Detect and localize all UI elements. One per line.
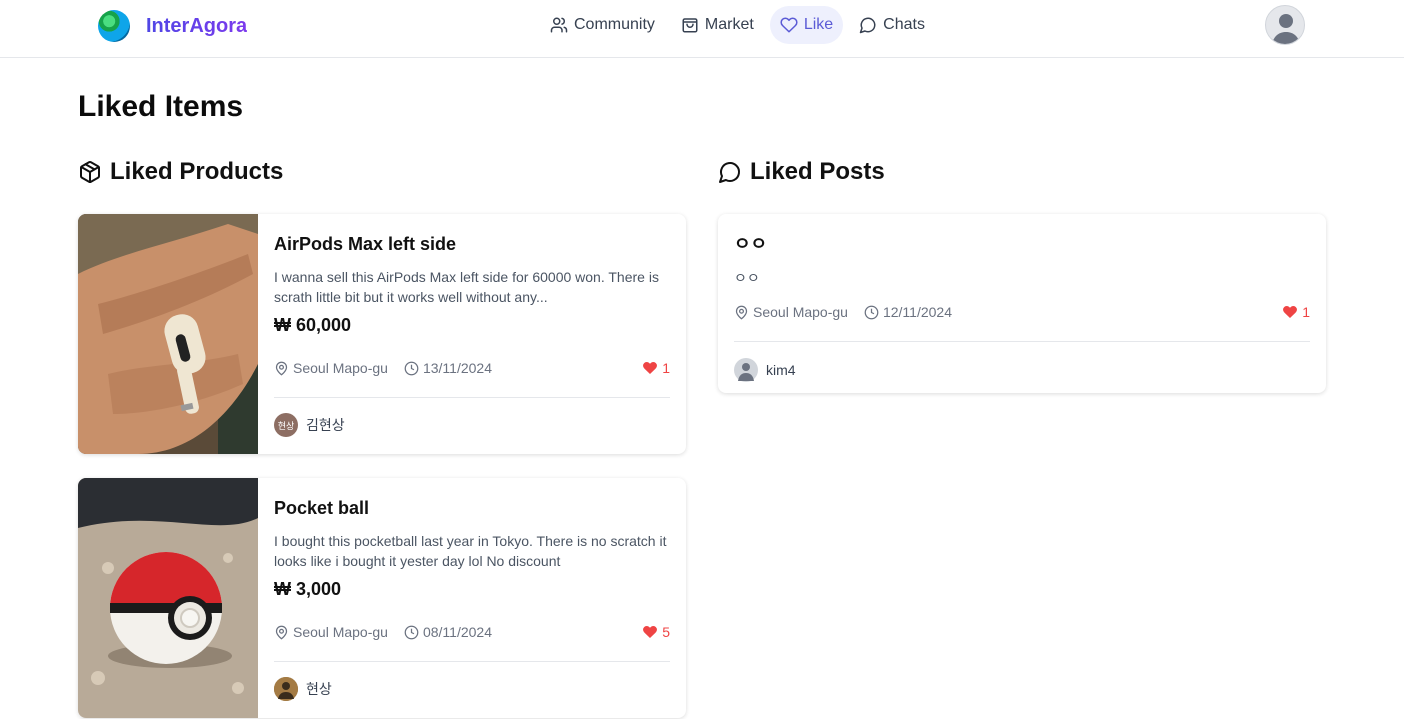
seller-name: 김현상 <box>306 417 345 433</box>
product-description: I wanna sell this AirPods Max left side … <box>274 269 659 305</box>
nav-like-label: Like <box>803 16 834 33</box>
post-body: ㅇㅇ <box>734 270 760 286</box>
like-count-text: 5 <box>662 624 670 640</box>
product-title[interactable]: AirPods Max left side <box>274 234 670 255</box>
message-circle-icon <box>719 162 740 183</box>
divider <box>274 397 670 398</box>
nav-market[interactable]: Market <box>671 6 764 44</box>
main-nav: Community Market Like Chats <box>540 6 935 44</box>
post-author[interactable]: kim4 <box>734 358 796 382</box>
globe-logo-icon <box>98 10 130 42</box>
author-name: kim4 <box>766 362 796 378</box>
product-info: AirPods Max left side I wanna sell this … <box>274 234 670 336</box>
location-text: Seoul Mapo-gu <box>753 304 848 320</box>
date-text: 13/11/2024 <box>422 360 492 376</box>
location: Seoul Mapo-gu <box>274 624 388 640</box>
map-pin-icon <box>275 625 288 640</box>
heart-filled-icon <box>1283 305 1298 318</box>
divider <box>274 661 670 662</box>
location-text: Seoul Mapo-gu <box>293 360 388 376</box>
heart-icon <box>780 17 798 33</box>
date: 08/11/2024 <box>404 624 492 640</box>
brand-link[interactable]: InterAgora <box>98 10 247 42</box>
liked-products-heading: Liked Products <box>78 158 283 186</box>
product-description: I bought this pocketball last year in To… <box>274 533 667 569</box>
post-meta: Seoul Mapo-gu 12/11/2024 1 <box>734 304 1310 320</box>
brand-name: InterAgora <box>146 14 248 37</box>
seller-avatar: 현상 <box>274 413 298 437</box>
user-avatar-button[interactable] <box>1265 5 1305 45</box>
like-count[interactable]: 1 <box>642 360 670 376</box>
nav-like[interactable]: Like <box>769 6 844 44</box>
like-count-text: 1 <box>1302 304 1310 320</box>
product-price: ₩ 3,000 <box>274 579 342 599</box>
map-pin-icon <box>735 305 748 320</box>
liked-products-label: Liked Products <box>110 158 284 185</box>
date-text: 08/11/2024 <box>422 624 492 640</box>
users-icon <box>550 17 568 33</box>
top-navbar: InterAgora Community Market Like Chats <box>0 0 1404 58</box>
shopping-bag-icon <box>682 18 698 33</box>
product-image <box>78 214 258 454</box>
nav-community-label: Community <box>574 16 655 33</box>
location: Seoul Mapo-gu <box>734 304 848 320</box>
clock-icon <box>864 305 879 319</box>
post-content: ㅇㅇ ㅇㅇ <box>734 230 1310 288</box>
date: 13/11/2024 <box>404 360 492 376</box>
page-title: Liked Items <box>78 90 244 123</box>
nav-chats-label: Chats <box>883 16 925 33</box>
product-meta: Seoul Mapo-gu 08/11/2024 5 <box>274 624 670 640</box>
product-meta: Seoul Mapo-gu 13/11/2024 1 <box>274 360 670 376</box>
product-title[interactable]: Pocket ball <box>274 498 670 519</box>
clock-icon <box>404 361 419 375</box>
divider <box>734 341 1310 342</box>
location-text: Seoul Mapo-gu <box>293 624 388 640</box>
product-card[interactable]: Pocket ball I bought this pocketball las… <box>78 478 686 718</box>
product-price: ₩ 60,000 <box>274 315 352 335</box>
clock-icon <box>404 625 419 639</box>
like-count[interactable]: 1 <box>1282 304 1310 320</box>
date: 12/11/2024 <box>864 304 952 320</box>
heart-filled-icon <box>643 361 658 374</box>
seller[interactable]: 현상 <box>274 677 332 701</box>
seller-avatar <box>274 677 298 701</box>
product-image <box>78 478 258 718</box>
liked-posts-heading: Liked Posts <box>718 158 885 186</box>
map-pin-icon <box>275 361 288 376</box>
heart-filled-icon <box>643 625 658 638</box>
chat-bubble-icon <box>859 17 876 34</box>
location: Seoul Mapo-gu <box>274 360 388 376</box>
seller-name: 현상 <box>306 681 332 697</box>
like-count[interactable]: 5 <box>642 624 670 640</box>
seller-photo-icon <box>274 677 298 701</box>
product-card[interactable]: AirPods Max left side I wanna sell this … <box>78 214 686 454</box>
product-info: Pocket ball I bought this pocketball las… <box>274 498 670 600</box>
nav-market-label: Market <box>704 16 754 33</box>
post-card[interactable]: ㅇㅇ ㅇㅇ Seoul Mapo-gu 12/11/2024 1 kim4 <box>718 214 1326 393</box>
default-avatar-icon <box>738 363 754 381</box>
like-count-text: 1 <box>662 360 670 376</box>
nav-chats[interactable]: Chats <box>849 6 935 44</box>
author-avatar <box>734 358 758 382</box>
liked-posts-label: Liked Posts <box>750 158 885 185</box>
seller[interactable]: 현상 김현상 <box>274 413 345 437</box>
default-avatar-icon <box>1272 14 1300 44</box>
date-text: 12/11/2024 <box>882 304 952 320</box>
package-icon <box>80 161 100 183</box>
nav-community[interactable]: Community <box>540 6 665 44</box>
post-title[interactable]: ㅇㅇ <box>734 230 1310 256</box>
